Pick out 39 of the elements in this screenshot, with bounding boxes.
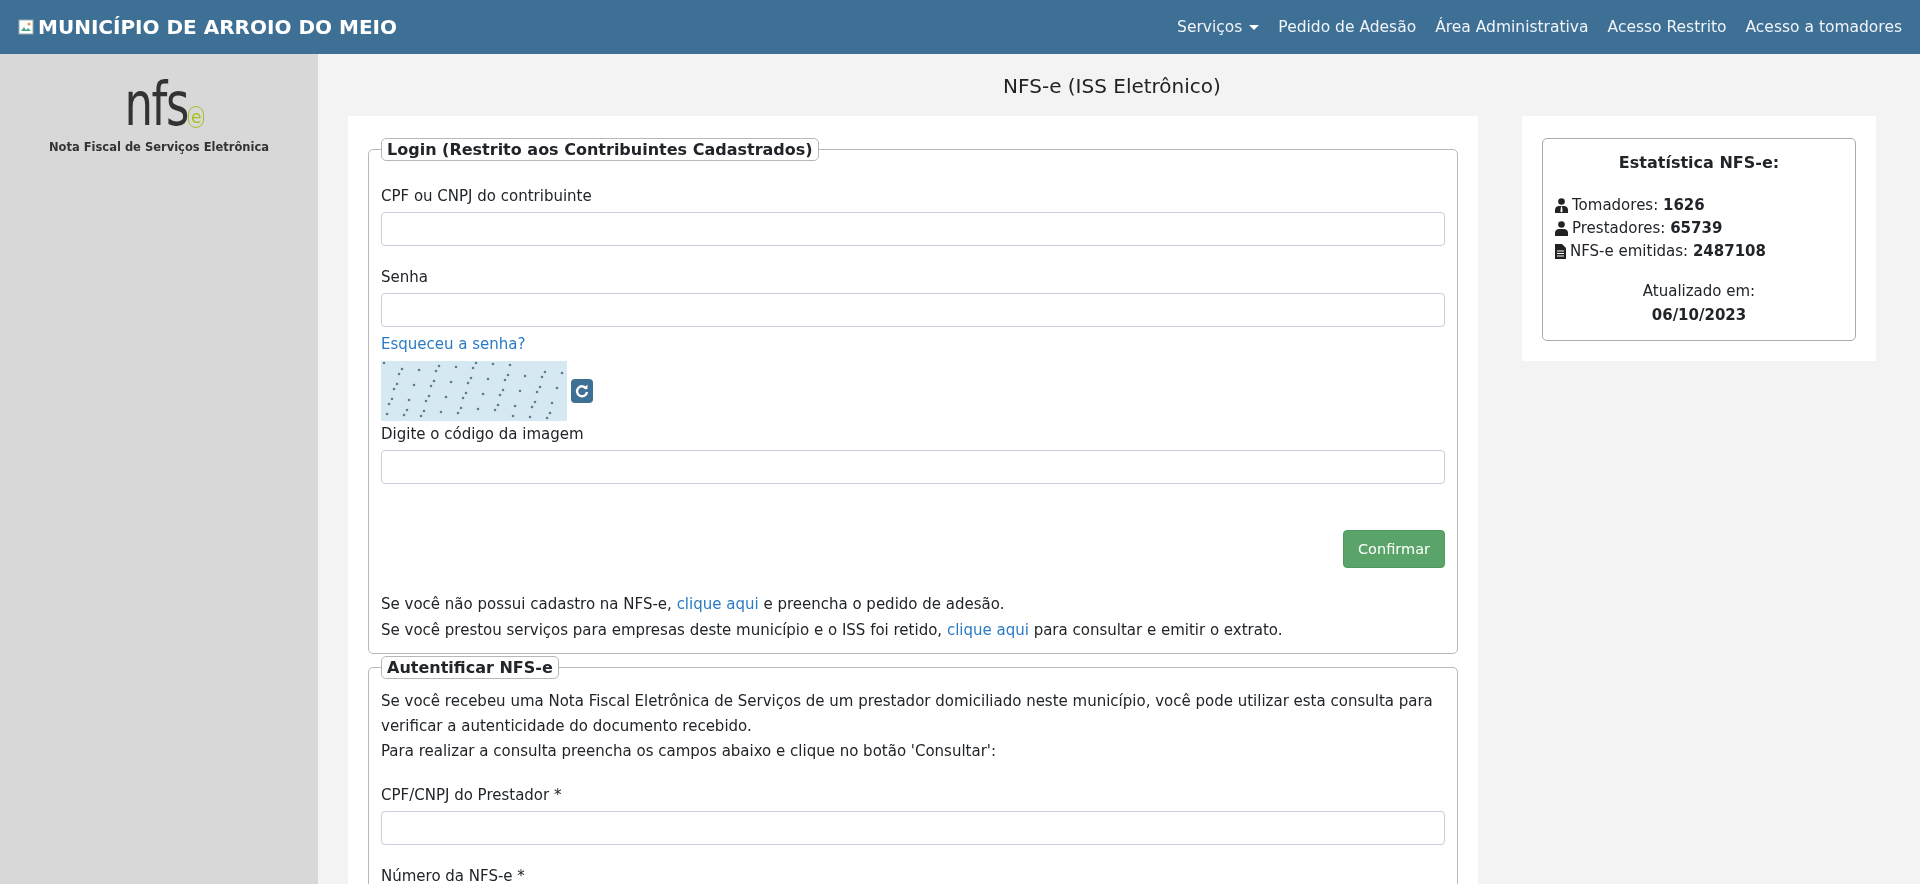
document-icon <box>1555 243 1566 259</box>
user-tie-icon <box>1555 197 1568 213</box>
nav-link[interactable]: Acesso Restrito <box>1607 18 1727 36</box>
input-field[interactable] <box>381 212 1445 246</box>
nav-link[interactable]: Pedido de Adesão <box>1278 18 1417 36</box>
info-text: Se você recebeu uma Nota Fiscal Eletrônica de Serviços de um prestador domiciliado neste município, você pode utilizar esta consulta para verificar a autenticidade do documento recebido. <box>381 691 1434 737</box>
nav-link[interactable]: Acesso a tomadores <box>1745 18 1902 36</box>
forgot-password-link[interactable]: Esqueceu a senha? <box>381 335 526 353</box>
nav-link[interactable]: Serviços <box>1177 18 1260 36</box>
refresh-icon[interactable] <box>571 379 593 403</box>
stats-title: Estatística NFS-e: <box>1617 153 1781 172</box>
input-field[interactable] <box>381 811 1445 845</box>
logo-wordmark: nfs <box>124 76 188 132</box>
user-icon <box>1555 220 1568 236</box>
broken-image-icon <box>18 19 34 35</box>
fieldset-legend: Autentificar NFS-e <box>381 656 559 679</box>
field-label: CPF ou CNPJ do contribuinte <box>381 187 593 205</box>
field-label: Número da NFS-e * <box>381 867 526 884</box>
stat-text: NFS-e emitidas: 2487108 <box>1570 242 1766 260</box>
input-field[interactable] <box>381 293 1445 327</box>
info-text: Para realizar a consulta preencha os campos abaixo e clique no botão 'Consultar': <box>381 741 998 762</box>
page-title: NFS-e (ISS Eletrônico) <box>1002 74 1222 98</box>
link[interactable]: clique aqui <box>946 621 1029 639</box>
info-text: Se você prestou serviços para empresas deste município e o ISS foi retido, clique aqui para consultar e emitir o extrato. <box>381 620 1284 641</box>
fieldset-legend: Login (Restrito aos Contribuintes Cadastrados) <box>381 138 819 161</box>
updated-date: 06/10/2023 <box>1650 306 1748 324</box>
site-title-link[interactable]: MUNICÍPIO DE ARROIO DO MEIO <box>38 15 397 39</box>
updated-label: Atualizado em: <box>1641 282 1757 300</box>
field-label: Digite o código da imagem <box>381 425 585 443</box>
stat-text: Tomadores: 1626 <box>1572 196 1705 214</box>
link[interactable]: clique aqui <box>676 595 759 613</box>
nav-link[interactable]: Área Administrativa <box>1435 18 1589 36</box>
field-label: CPF/CNPJ do Prestador * <box>381 786 563 804</box>
logo-caption: Nota Fiscal de Serviços Eletrônica <box>48 140 270 154</box>
confirm-button[interactable]: Confirmar <box>1343 530 1445 568</box>
info-text: Se você não possui cadastro na NFS-e, clique aqui e preencha o pedido de adesão. <box>381 594 1006 615</box>
stat-text: Prestadores: 65739 <box>1572 219 1723 237</box>
input-field[interactable] <box>381 450 1445 484</box>
field-label: Senha <box>381 268 429 286</box>
